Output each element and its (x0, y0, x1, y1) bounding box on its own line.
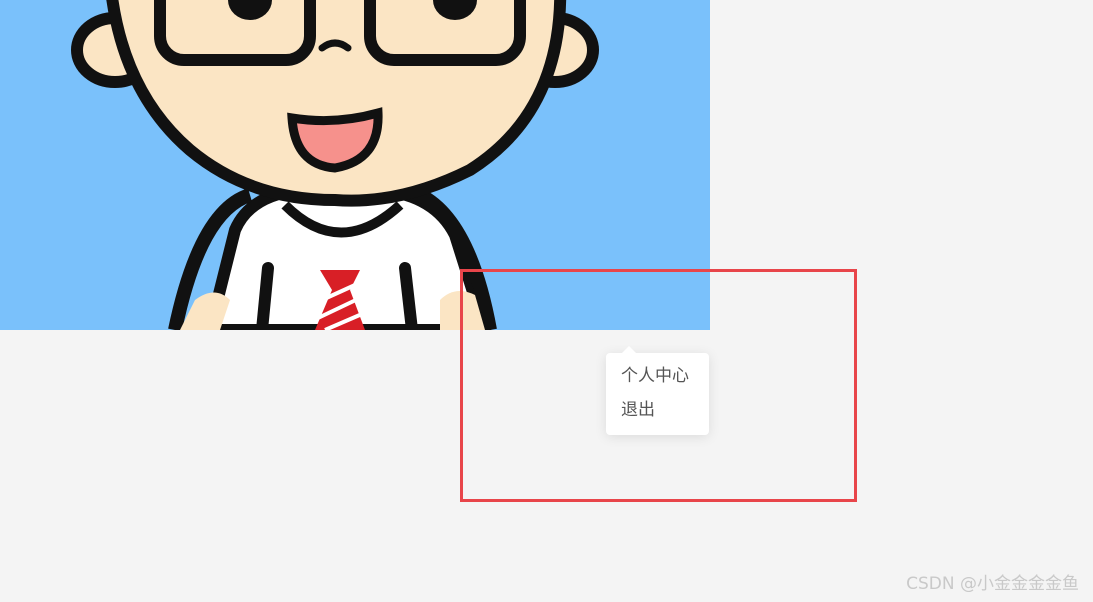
dropdown-item-logout[interactable]: 退出 (606, 395, 709, 431)
avatar[interactable] (0, 0, 710, 330)
dropdown-item-profile[interactable]: 个人中心 (606, 361, 709, 397)
dropdown-arrow-icon (622, 346, 636, 353)
user-dropdown-menu: 个人中心 退出 (606, 346, 709, 435)
watermark: CSDN @小金金金金鱼 (906, 574, 1079, 594)
cartoon-boy-avatar-image (71, 0, 599, 330)
